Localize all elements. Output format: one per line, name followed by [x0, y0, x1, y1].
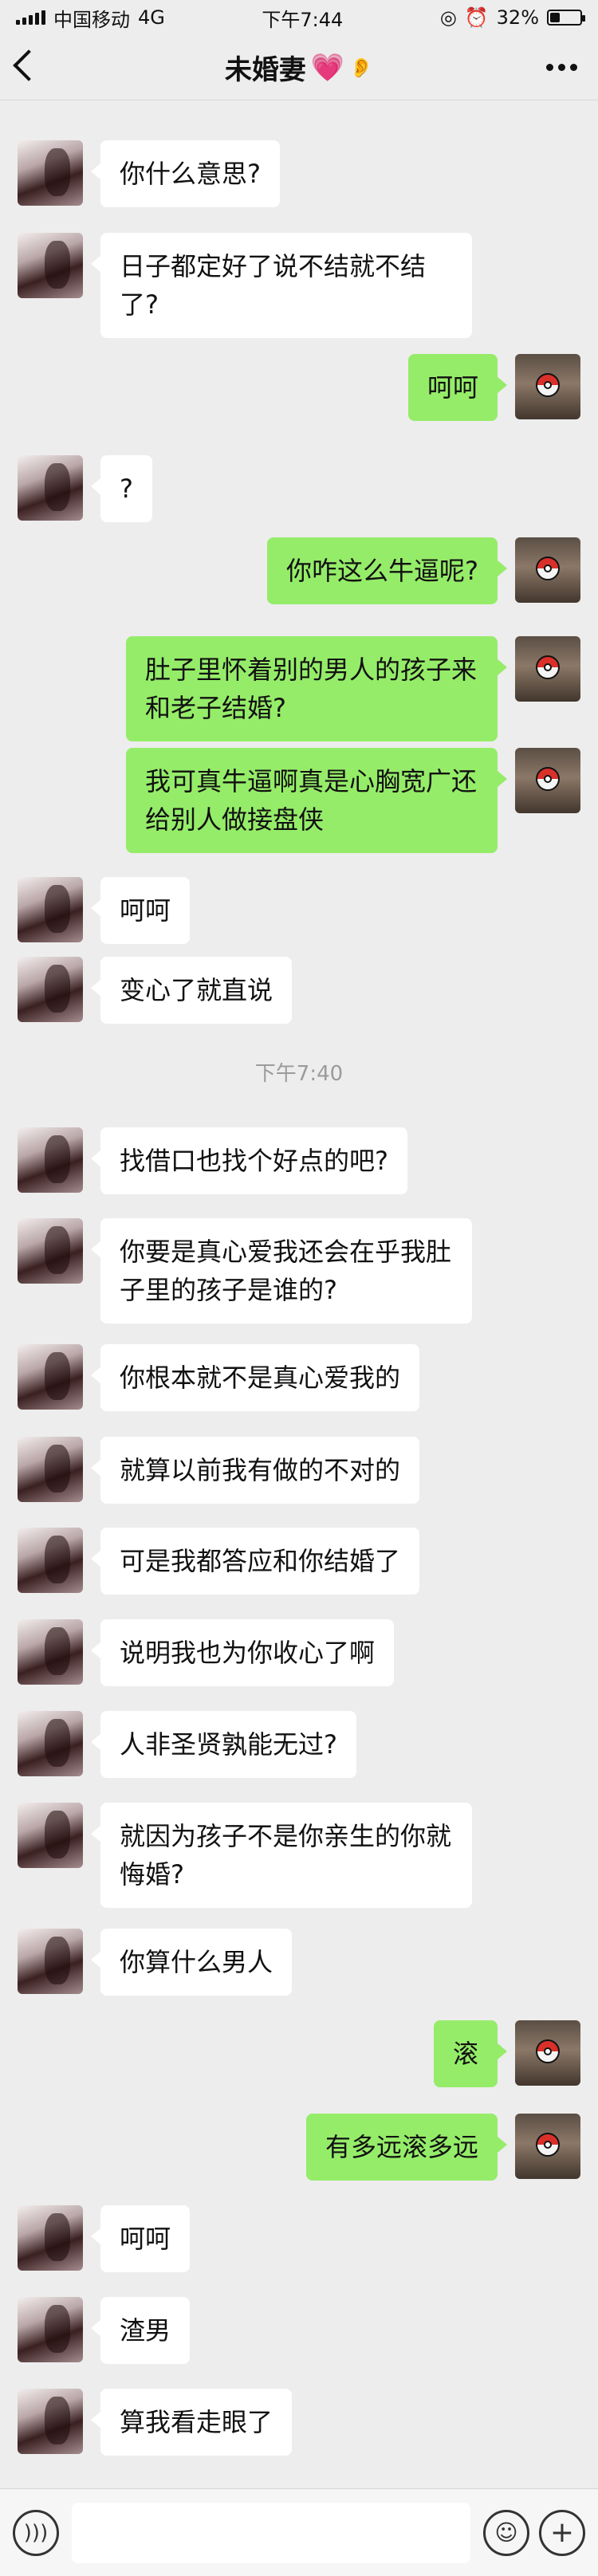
contact-avatar[interactable]	[18, 2205, 83, 2271]
message-bubble[interactable]: 肚子里怀着别的男人的孩子来和老子结婚?	[126, 636, 507, 741]
contact-avatar[interactable]	[18, 455, 83, 521]
outgoing-message: 滚	[0, 2020, 598, 2087]
contact-avatar[interactable]	[18, 1528, 83, 1593]
outgoing-message: 有多远滚多远	[0, 2114, 598, 2181]
message-bubble[interactable]: 你咋这么牛逼呢?	[267, 537, 507, 604]
incoming-message: 你算什么男人	[0, 1929, 598, 1996]
incoming-message: 就算以前我有做的不对的	[0, 1437, 598, 1504]
status-time: 下午7:44	[262, 8, 344, 31]
status-left: 中国移动 4G	[16, 4, 165, 32]
incoming-message: 你什么意思?	[0, 140, 598, 207]
alarm-icon: ⏰	[464, 6, 489, 29]
contact-avatar[interactable]	[18, 1218, 83, 1284]
battery-percent: 32%	[496, 6, 539, 29]
heart-emoji: 💗	[310, 51, 345, 84]
contact-avatar[interactable]	[18, 1803, 83, 1868]
chat-title: 未婚妻	[224, 54, 306, 86]
outgoing-message: 你咋这么牛逼呢?	[0, 537, 598, 604]
contact-avatar[interactable]	[18, 1711, 83, 1776]
battery-icon	[547, 10, 585, 26]
message-bubble[interactable]: 日子都定好了说不结就不结了?	[91, 233, 472, 338]
message-bubble[interactable]: 可是我都答应和你结婚了	[90, 1528, 420, 1595]
message-bubble[interactable]: 你根本就不是真心爱我的	[90, 1344, 420, 1411]
message-bubble[interactable]: 呵呵	[90, 877, 191, 944]
message-bubble[interactable]: ?	[91, 455, 152, 522]
contact-avatar[interactable]	[18, 140, 83, 206]
incoming-message: ?	[0, 455, 598, 522]
message-bubble[interactable]: 算我看走眼了	[90, 2389, 293, 2456]
rotation-lock-icon: ◎	[439, 6, 457, 29]
voice-icon[interactable]: )))	[13, 2509, 59, 2556]
incoming-message: 变心了就直说	[0, 957, 598, 1024]
contact-avatar[interactable]	[18, 233, 83, 298]
my-avatar[interactable]	[515, 636, 580, 702]
my-avatar[interactable]	[515, 748, 580, 813]
message-bubble[interactable]: 渣男	[90, 2297, 191, 2364]
incoming-message: 就因为孩子不是你亲生的你就悔婚?	[0, 1803, 598, 1908]
plus-icon[interactable]: +	[539, 2509, 585, 2556]
input-bar: ))) ☺ +	[0, 2488, 598, 2576]
message-bubble[interactable]: 我可真牛逼啊真是心胸宽广还给别人做接盘侠	[126, 748, 507, 853]
message-bubble[interactable]: 变心了就直说	[90, 957, 293, 1024]
incoming-message: 说明我也为你收心了啊	[0, 1619, 598, 1686]
contact-avatar[interactable]	[18, 1127, 83, 1193]
my-avatar[interactable]	[515, 2114, 580, 2179]
more-options-icon[interactable]	[546, 64, 577, 71]
message-bubble[interactable]: 你算什么男人	[90, 1929, 293, 1996]
message-bubble[interactable]: 呵呵	[407, 354, 508, 421]
message-bubble[interactable]: 说明我也为你收心了啊	[90, 1619, 395, 1686]
time-separator: 下午7:40	[254, 1062, 344, 1086]
ear-icon: 👂	[349, 56, 374, 79]
incoming-message: 人非圣贤孰能无过?	[0, 1711, 598, 1778]
incoming-message: 你根本就不是真心爱我的	[0, 1344, 598, 1411]
contact-avatar[interactable]	[18, 1619, 83, 1685]
contact-avatar[interactable]	[18, 1929, 83, 1994]
incoming-message: 渣男	[0, 2297, 598, 2364]
contact-avatar[interactable]	[18, 1437, 83, 1502]
message-bubble[interactable]: 滚	[433, 2020, 508, 2087]
message-bubble[interactable]: 人非圣贤孰能无过?	[91, 1711, 356, 1778]
message-bubble[interactable]: 有多远滚多远	[305, 2114, 508, 2181]
my-avatar[interactable]	[515, 537, 580, 603]
contact-avatar[interactable]	[18, 1344, 83, 1410]
incoming-message: 可是我都答应和你结婚了	[0, 1528, 598, 1595]
message-bubble[interactable]: 就因为孩子不是你亲生的你就悔婚?	[91, 1803, 472, 1908]
incoming-message: 呵呵	[0, 877, 598, 944]
contact-avatar[interactable]	[18, 877, 83, 942]
status-right: ◎ ⏰ 32%	[439, 6, 585, 29]
chat-header: 未婚妻 💗 👂	[0, 35, 598, 100]
emoji-icon[interactable]: ☺	[483, 2509, 529, 2556]
message-bubble[interactable]: 你什么意思?	[91, 140, 280, 207]
signal-icon	[16, 10, 45, 25]
incoming-message: 找借口也找个好点的吧?	[0, 1127, 598, 1194]
incoming-message: 日子都定好了说不结就不结了?	[0, 233, 598, 338]
message-bubble[interactable]: 呵呵	[90, 2205, 191, 2272]
contact-avatar[interactable]	[18, 2389, 83, 2454]
contact-avatar[interactable]	[18, 957, 83, 1022]
contact-avatar[interactable]	[18, 2297, 83, 2362]
message-bubble[interactable]: 你要是真心爱我还会在乎我肚子里的孩子是谁的?	[91, 1218, 472, 1323]
battery-fill	[550, 13, 560, 22]
status-bar: 中国移动 4G 下午7:44 ◎ ⏰ 32%	[0, 0, 598, 35]
message-bubble[interactable]: 找借口也找个好点的吧?	[91, 1127, 407, 1194]
message-input[interactable]	[72, 2502, 470, 2563]
my-avatar[interactable]	[515, 354, 580, 419]
outgoing-message: 呵呵	[0, 354, 598, 421]
network-type: 4G	[138, 6, 165, 29]
incoming-message: 算我看走眼了	[0, 2389, 598, 2456]
incoming-message: 呵呵	[0, 2205, 598, 2272]
my-avatar[interactable]	[515, 2020, 580, 2086]
outgoing-message: 肚子里怀着别的男人的孩子来和老子结婚?	[0, 636, 598, 741]
message-bubble[interactable]: 就算以前我有做的不对的	[90, 1437, 420, 1504]
incoming-message: 你要是真心爱我还会在乎我肚子里的孩子是谁的?	[0, 1218, 598, 1323]
back-arrow-icon[interactable]	[13, 49, 45, 81]
chat-title-group: 未婚妻 💗 👂	[225, 48, 373, 87]
outgoing-message: 我可真牛逼啊真是心胸宽广还给别人做接盘侠	[0, 748, 598, 853]
carrier-name: 中国移动	[53, 8, 130, 31]
